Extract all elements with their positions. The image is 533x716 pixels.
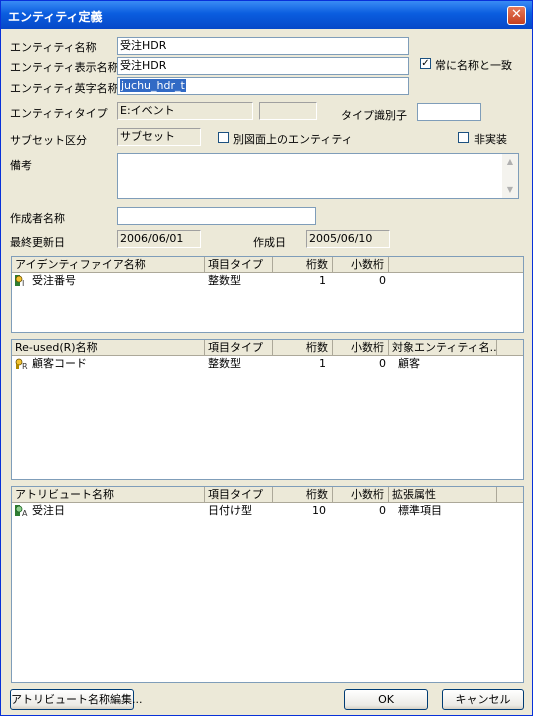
entity-definition-dialog: エンティティ定義 ✕ エンティティ名称 受注HDR エンティティ表示名称 受注H… [0,0,533,716]
cancel-button[interactable]: キャンセル [442,689,524,710]
reused-col-digits[interactable]: 桁数 [273,340,333,356]
attribute-col-filler [497,487,523,503]
updated-field: 2006/06/01 [117,230,201,248]
identifier-list[interactable]: アイデンティファイア名称 項目タイプ 桁数 小数桁 I 受注番号 整数型 1 0 [11,256,524,333]
scroll-down-icon[interactable]: ▼ [502,182,518,198]
identifier-col-filler [389,257,523,273]
identifier-col-name[interactable]: アイデンティファイア名称 [12,257,205,273]
other-diagram-label: 別図面上のエンティティ [233,133,353,146]
not-implemented-label: 非実装 [474,133,507,146]
type-id-field[interactable] [417,103,481,121]
subset-label: サブセット区分 [10,134,87,147]
author-field[interactable] [117,207,316,225]
identifier-col-decimals[interactable]: 小数桁 [333,257,389,273]
identifier-digits: 1 [319,274,326,287]
key-attribute-icon: I [15,275,24,287]
entity-name-label: エンティティ名称 [10,41,97,54]
match-name-checkbox[interactable]: ✓ [420,58,431,69]
attribute-col-type[interactable]: 項目タイプ [205,487,273,503]
reused-digits: 1 [319,357,326,370]
english-name-field[interactable]: juchu_hdr_t [117,77,409,95]
created-field: 2005/06/10 [306,230,390,248]
identifier-decimals: 0 [379,274,386,287]
display-name-label: エンティティ表示名称 [10,61,119,74]
author-label: 作成者名称 [10,212,65,225]
identifier-type: 整数型 [208,274,241,287]
english-name-value: juchu_hdr_t [120,79,186,92]
svg-text:R: R [22,362,28,370]
reused-list[interactable]: Re-used(R)名称 項目タイプ 桁数 小数桁 対象エンティティ名... R… [11,339,524,480]
attribute-digits: 10 [312,504,326,517]
other-diagram-checkbox[interactable] [218,132,229,143]
english-name-label: エンティティ英字名称 [10,82,119,95]
attribute-type: 日付け型 [208,504,252,517]
reused-col-target[interactable]: 対象エンティティ名... [389,340,497,356]
notes-label: 備考 [10,159,32,172]
subset-field: サブセット [117,128,201,146]
title-bar[interactable]: エンティティ定義 ✕ [1,1,532,29]
reused-attribute-icon: R [15,358,28,370]
not-implemented-checkbox[interactable] [458,132,469,143]
attribute-col-digits[interactable]: 桁数 [273,487,333,503]
entity-type-label: エンティティタイプ [10,107,108,120]
attribute-icon: A [15,505,28,517]
attribute-col-ext[interactable]: 拡張属性 [389,487,497,503]
edit-attribute-names-button[interactable]: アトリビュート名称編集... [10,689,143,710]
ok-button[interactable]: OK [344,689,428,710]
attribute-list[interactable]: アトリビュート名称 項目タイプ 桁数 小数桁 拡張属性 A 受注日 日付け型 1… [11,486,524,683]
svg-text:I: I [22,279,24,287]
close-button[interactable]: ✕ [507,6,526,25]
entity-name-field[interactable]: 受注HDR [117,37,409,55]
notes-scrollbar[interactable]: ▲ ▼ [502,154,518,198]
entity-type-extra-field [259,102,317,120]
reused-col-type[interactable]: 項目タイプ [205,340,273,356]
identifier-col-digits[interactable]: 桁数 [273,257,333,273]
reused-target: 顧客 [398,357,420,370]
window-title: エンティティ定義 [8,10,103,24]
type-id-label: タイプ識別子 [341,109,407,122]
updated-label: 最終更新日 [10,236,65,249]
attribute-col-decimals[interactable]: 小数桁 [333,487,389,503]
scroll-up-icon[interactable]: ▲ [502,154,518,170]
svg-text:A: A [22,509,28,517]
attribute-decimals: 0 [379,504,386,517]
match-name-label: 常に名称と一致 [435,59,512,72]
entity-type-field: E:イベント [117,102,253,120]
reused-type: 整数型 [208,357,241,370]
reused-name: 顧客コード [32,357,87,370]
reused-col-filler [497,340,523,356]
attribute-col-name[interactable]: アトリビュート名称 [12,487,205,503]
identifier-name: 受注番号 [32,274,76,287]
reused-col-decimals[interactable]: 小数桁 [333,340,389,356]
notes-textarea[interactable]: ▲ ▼ [117,153,519,199]
identifier-col-type[interactable]: 項目タイプ [205,257,273,273]
attribute-ext: 標準項目 [398,504,442,517]
reused-decimals: 0 [379,357,386,370]
display-name-field[interactable]: 受注HDR [117,57,409,75]
reused-col-name[interactable]: Re-used(R)名称 [12,340,205,356]
created-label: 作成日 [253,236,286,249]
attribute-name: 受注日 [32,504,65,517]
